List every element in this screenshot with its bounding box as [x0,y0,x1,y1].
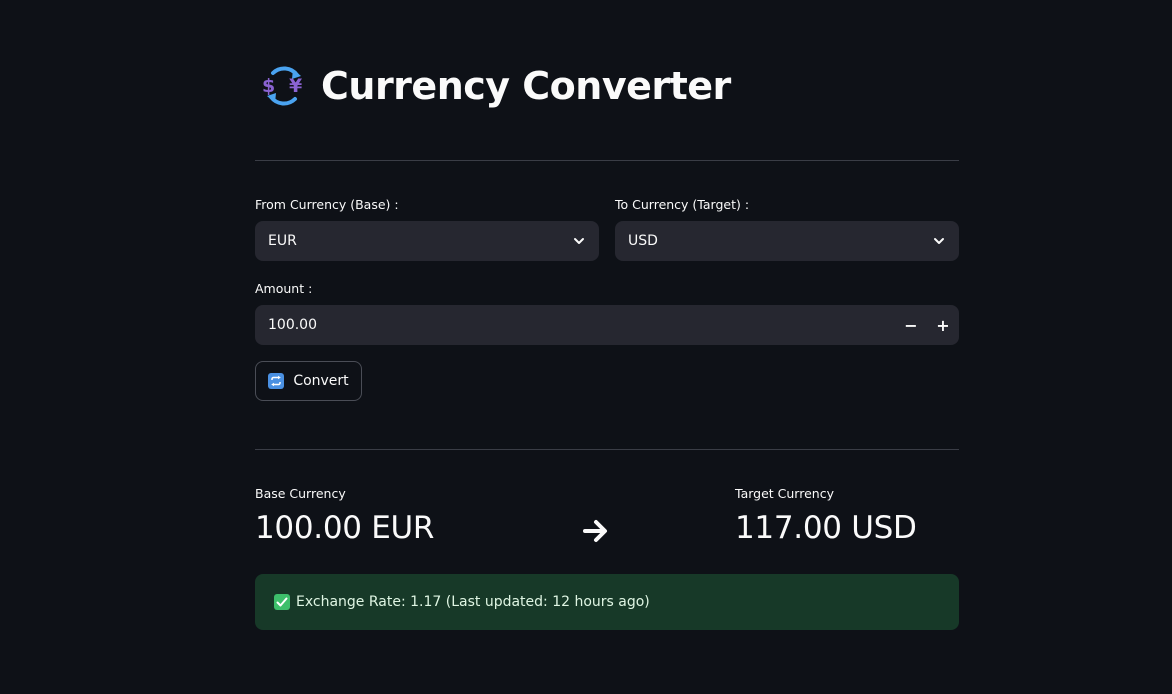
currency-exchange-icon: $ ¥ [262,66,302,106]
amount-input[interactable] [255,305,895,345]
page-header: $ ¥ Currency Converter [259,58,731,114]
svg-text:¥: ¥ [289,75,302,97]
convert-button-label: Convert [293,373,349,389]
page-title: Currency Converter [321,64,731,108]
base-currency-value: 100.00 EUR [255,510,435,546]
svg-text:$: $ [262,75,275,97]
amount-label: Amount : [255,281,313,296]
base-currency-label: Base Currency [255,486,346,501]
target-currency-value: 117.00 USD [735,510,917,546]
app-page: $ ¥ Currency Converter From Currency (Ba… [0,0,1172,694]
to-currency-value: USD [628,233,658,249]
chevron-down-icon [574,238,584,244]
chevron-down-icon [934,238,944,244]
to-currency-label: To Currency (Target) : [615,197,750,212]
from-currency-value: EUR [268,233,297,249]
result-divider [255,449,959,450]
increment-button[interactable]: + [927,305,959,345]
exchange-rate-alert: Exchange Rate: 1.17 (Last updated: 12 ho… [255,574,959,630]
from-currency-label: From Currency (Base) : [255,197,399,212]
check-icon [274,594,290,610]
to-currency-select[interactable]: USD [615,221,959,261]
target-currency-label: Target Currency [735,486,834,501]
repeat-icon [268,373,285,389]
header-divider [255,160,959,161]
from-currency-select[interactable]: EUR [255,221,599,261]
exchange-rate-message: Exchange Rate: 1.17 (Last updated: 12 ho… [296,594,650,610]
convert-button[interactable]: Convert [255,361,362,401]
amount-field: − + [255,305,959,345]
arrow-right-icon [583,520,607,542]
decrement-button[interactable]: − [895,305,927,345]
